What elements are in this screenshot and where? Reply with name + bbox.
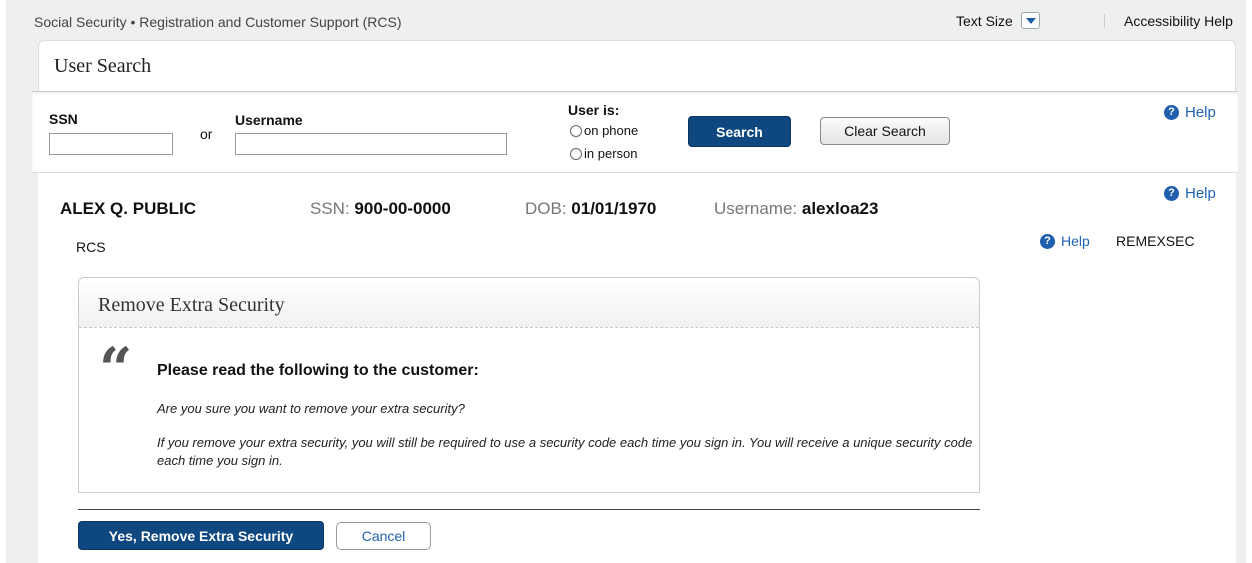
- dob-label: DOB:: [525, 199, 567, 218]
- ssn-input[interactable]: [49, 133, 173, 155]
- question-icon: ?: [1164, 186, 1179, 201]
- screen-code: REMEXSEC: [1116, 233, 1195, 249]
- customer-name: ALEX Q. PUBLIC: [60, 199, 197, 218]
- radio-label: in person: [584, 146, 638, 161]
- accessibility-help-link[interactable]: Accessibility Help: [1124, 13, 1233, 29]
- search-bar: SSN or Username User is: on phone in per…: [32, 91, 1238, 173]
- app-title: Social Security • Registration and Custo…: [34, 14, 402, 30]
- user-search-title: User Search: [38, 40, 1236, 91]
- ssn-value: 900-00-0000: [354, 199, 451, 218]
- quote-icon: “: [99, 335, 133, 403]
- text-size-label: Text Size: [956, 12, 1013, 29]
- dob-value: 01/01/1970: [571, 199, 657, 218]
- help-label: Help: [1185, 185, 1216, 202]
- username-label: Username:: [714, 199, 798, 218]
- radio-icon[interactable]: [570, 124, 582, 137]
- user-is-label: User is:: [568, 102, 620, 118]
- username-input[interactable]: [235, 133, 507, 155]
- search-button[interactable]: Search: [688, 116, 791, 147]
- confirm-remove-button[interactable]: Yes, Remove Extra Security: [78, 521, 324, 550]
- chevron-down-icon[interactable]: [1020, 12, 1040, 29]
- clear-search-button[interactable]: Clear Search: [820, 117, 950, 145]
- question-icon: ?: [1164, 105, 1179, 120]
- ssn-label: SSN: [49, 111, 78, 127]
- remove-extra-security-panel: Remove Extra Security “ Please read the …: [78, 277, 980, 493]
- divider: [78, 509, 980, 510]
- radio-on-phone[interactable]: on phone: [570, 123, 638, 138]
- section-help-link[interactable]: ? Help: [1040, 233, 1090, 249]
- top-bar: Social Security • Registration and Custo…: [34, 0, 1246, 42]
- section-label: RCS: [76, 239, 106, 255]
- question-icon: ?: [1040, 233, 1055, 249]
- search-help-link[interactable]: ? Help: [1164, 104, 1216, 121]
- customer-help-link[interactable]: ? Help: [1164, 185, 1216, 202]
- radio-label: on phone: [584, 123, 639, 138]
- customer-ssn: SSN: 900-00-0000: [310, 199, 451, 219]
- radio-in-person[interactable]: in person: [570, 146, 637, 161]
- main-content: ALEX Q. PUBLIC SSN: 900-00-0000 DOB: 01/…: [38, 173, 1236, 563]
- script-line-2: If you remove your extra security, you w…: [157, 435, 973, 468]
- ssn-label: SSN:: [310, 199, 350, 218]
- cancel-button[interactable]: Cancel: [336, 522, 431, 550]
- customer-dob: DOB: 01/01/1970: [525, 199, 656, 219]
- divider: [1104, 14, 1105, 28]
- customer-username: Username: alexloa23: [714, 199, 878, 219]
- script-heading: Please read the following to the custome…: [157, 362, 479, 379]
- page-background: Social Security • Registration and Custo…: [6, 0, 1246, 563]
- help-label: Help: [1061, 233, 1090, 249]
- script-line-1: Are you sure you want to remove your ext…: [157, 401, 465, 416]
- help-label: Help: [1185, 104, 1216, 121]
- username-label: Username: [235, 112, 303, 128]
- username-value: alexloa23: [801, 199, 879, 218]
- text-size-control[interactable]: Text Size: [956, 12, 1040, 29]
- radio-icon[interactable]: [570, 147, 582, 160]
- panel-title: Remove Extra Security: [79, 278, 979, 328]
- or-text: or: [200, 126, 213, 142]
